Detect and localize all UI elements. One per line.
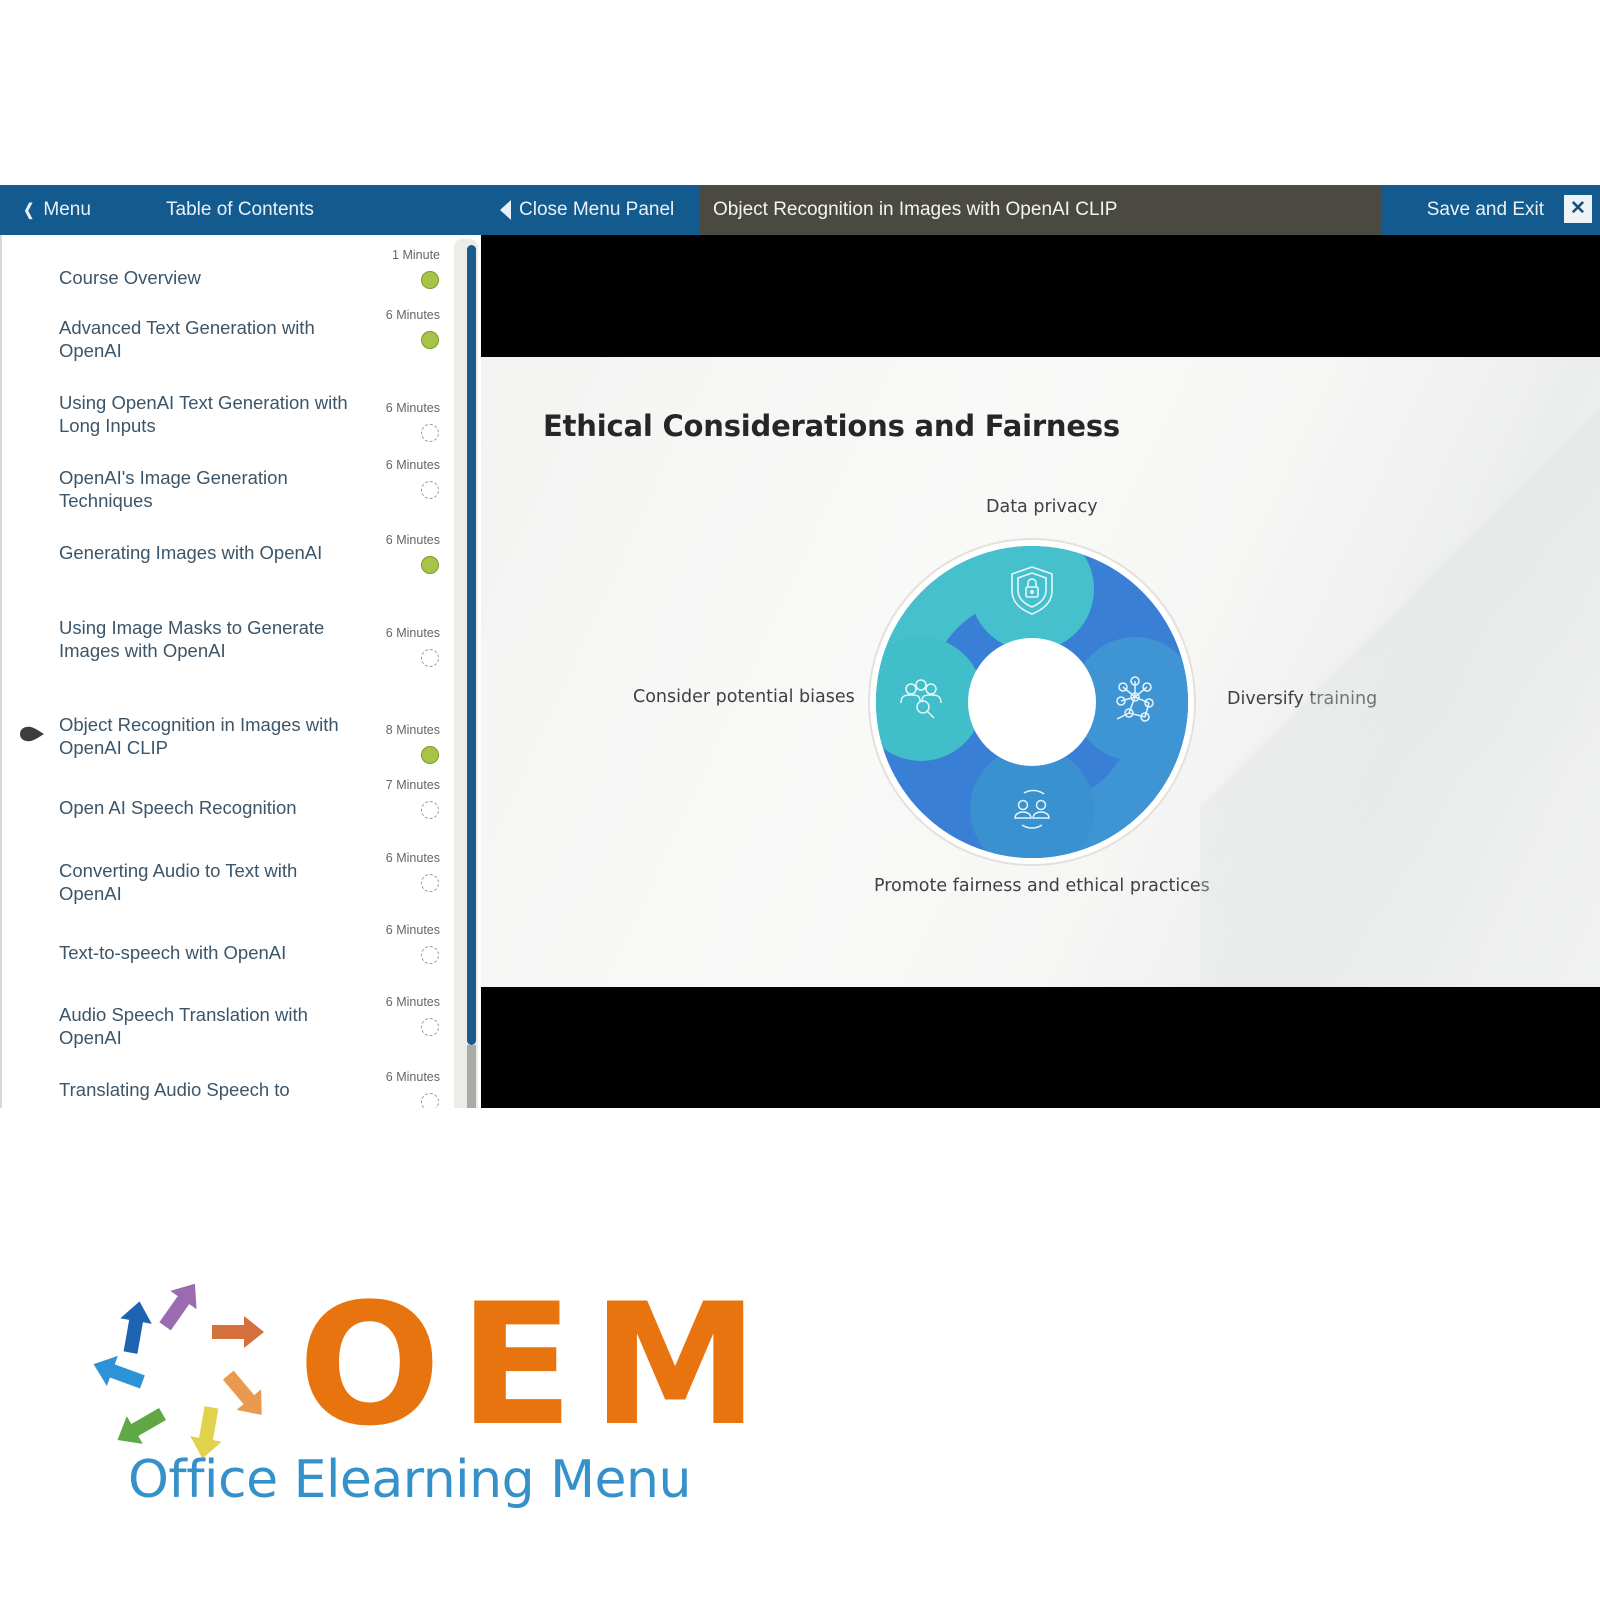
not-started-status-icon [421,946,439,964]
lesson-title-bar: Object Recognition in Images with OpenAI… [700,185,1382,235]
toc-item[interactable]: Using Image Masks to Generate Images wit… [2,617,452,690]
course-player: ❮ Menu Table of Contents Close Menu Pane… [0,185,1600,1108]
toc-item-duration: 6 Minutes [385,401,440,415]
toc-item-title: Using OpenAI Text Generation with Long I… [59,392,348,436]
menu-button[interactable]: ❮ Menu [22,185,91,235]
exit-area: Save and Exit ✕ [1382,185,1600,235]
toc-item-duration: 7 Minutes [385,778,440,792]
toc-item[interactable]: Generating Images with OpenAI 6 Minutes [2,533,452,615]
toc-item-title: Object Recognition in Images with OpenAI… [59,714,339,758]
toc-item-duration: 6 Minutes [385,308,440,322]
toc-item-title: Converting Audio to Text with OpenAI [59,860,298,904]
toc-item-title: Audio Speech Translation with OpenAI [59,1004,308,1048]
toc-item-title: OpenAI's Image Generation Techniques [59,467,288,511]
toc-heading: Table of Contents [166,199,314,220]
toc-item-duration: 6 Minutes [385,923,440,937]
close-icon[interactable]: ✕ [1564,195,1592,223]
logo-wordmark: OEM [298,1267,777,1463]
toc-item[interactable]: Using OpenAI Text Generation with Long I… [2,392,452,465]
not-started-status-icon [421,801,439,819]
logo-arrow [212,1316,264,1348]
toc-item[interactable]: Translating Audio Speech to 6 Minutes [2,1070,452,1108]
toc-item-title: Open AI Speech Recognition [59,797,297,818]
toc-item[interactable]: Advanced Text Generation with OpenAI 6 Mi… [2,308,452,390]
arrows-logo-icon [93,1283,264,1459]
menu-label: Menu [43,199,91,220]
toc-item-duration: 8 Minutes [385,723,440,737]
logo-arrow [117,1407,167,1444]
caret-left-icon [500,200,511,220]
not-started-status-icon [421,1093,439,1108]
logo-arrow [159,1283,197,1331]
toc-item[interactable]: Text-to-speech with OpenAI 6 Minutes [2,923,452,1005]
toc-item-duration: 6 Minutes [385,995,440,1009]
not-started-status-icon [421,481,439,499]
toc-item-title: Advanced Text Generation with OpenAI [59,317,315,361]
chevron-left-icon: ❮ [23,202,35,219]
video-player[interactable]: Ethical Considerations and Fairness Data… [481,235,1600,1108]
label-data-privacy: Data privacy [986,497,1098,517]
toc-item-duration: 1 Minute [392,248,440,262]
slide: Ethical Considerations and Fairness Data… [481,357,1600,987]
top-toolbar: ❮ Menu Table of Contents Close Menu Pane… [0,185,1600,235]
toc-item-title: Translating Audio Speech to [59,1079,290,1100]
completed-status-icon [421,556,439,574]
toc-item[interactable]: Converting Audio to Text with OpenAI 6 Mi… [2,851,452,933]
toc-item[interactable]: Object Recognition in Images with OpenAI… [2,714,452,787]
toc-item-title: Generating Images with OpenAI [59,542,323,563]
not-started-status-icon [421,424,439,442]
completed-status-icon [421,331,439,349]
not-started-status-icon [421,874,439,892]
toc-item[interactable]: Audio Speech Translation with OpenAI 6 Mi… [2,995,452,1077]
close-menu-panel-label: Close Menu Panel [519,199,675,220]
label-consider-biases: Consider potential biases [633,687,855,707]
close-menu-panel-button[interactable]: Close Menu Panel [500,185,674,235]
not-started-status-icon [421,649,439,667]
completed-status-icon [421,746,439,764]
toc-item-duration: 6 Minutes [385,626,440,640]
scrollbar-lower-track[interactable] [467,1045,476,1108]
ring-center [968,638,1096,766]
logo-arrow [93,1355,145,1389]
toc-item-duration: 6 Minutes [385,533,440,547]
lesson-title: Object Recognition in Images with OpenAI… [713,199,1118,220]
toc-item[interactable]: Open AI Speech Recognition 7 Minutes [2,778,452,860]
toc-item-duration: 6 Minutes [385,458,440,472]
current-lesson-marker-icon [20,726,44,742]
logo-arrow [222,1370,262,1415]
oem-logo: OEM Office Elearning Menu [80,1275,759,1545]
not-started-status-icon [421,1018,439,1036]
logo-arrow [120,1301,152,1354]
label-diversify-training: Diversify training [1227,689,1378,709]
menu-panel-header: ❮ Menu Table of Contents Close Menu Pane… [0,185,700,235]
toc-item-title: Text-to-speech with OpenAI [59,942,287,963]
scrollbar-thumb[interactable] [467,245,476,1045]
toc-item-title: Course Overview [59,267,201,288]
toc-item[interactable]: OpenAI's Image Generation Techniques 6 Mi… [2,458,452,540]
completed-status-icon [421,271,439,289]
save-and-exit-button[interactable]: Save and Exit [1427,185,1544,235]
toc-item-duration: 6 Minutes [385,851,440,865]
toc-item-duration: 6 Minutes [385,1070,440,1084]
label-promote-fairness: Promote fairness and ethical practices [874,876,1210,896]
logo-tagline: Office Elearning Menu [128,1450,691,1510]
toc-item-title: Using Image Masks to Generate Images wit… [59,617,325,661]
table-of-contents-panel: Course Overview 1 Minute Advanced Text Gen… [0,235,478,1108]
slide-title: Ethical Considerations and Fairness [543,409,1120,443]
cycle-diagram [868,538,1196,866]
